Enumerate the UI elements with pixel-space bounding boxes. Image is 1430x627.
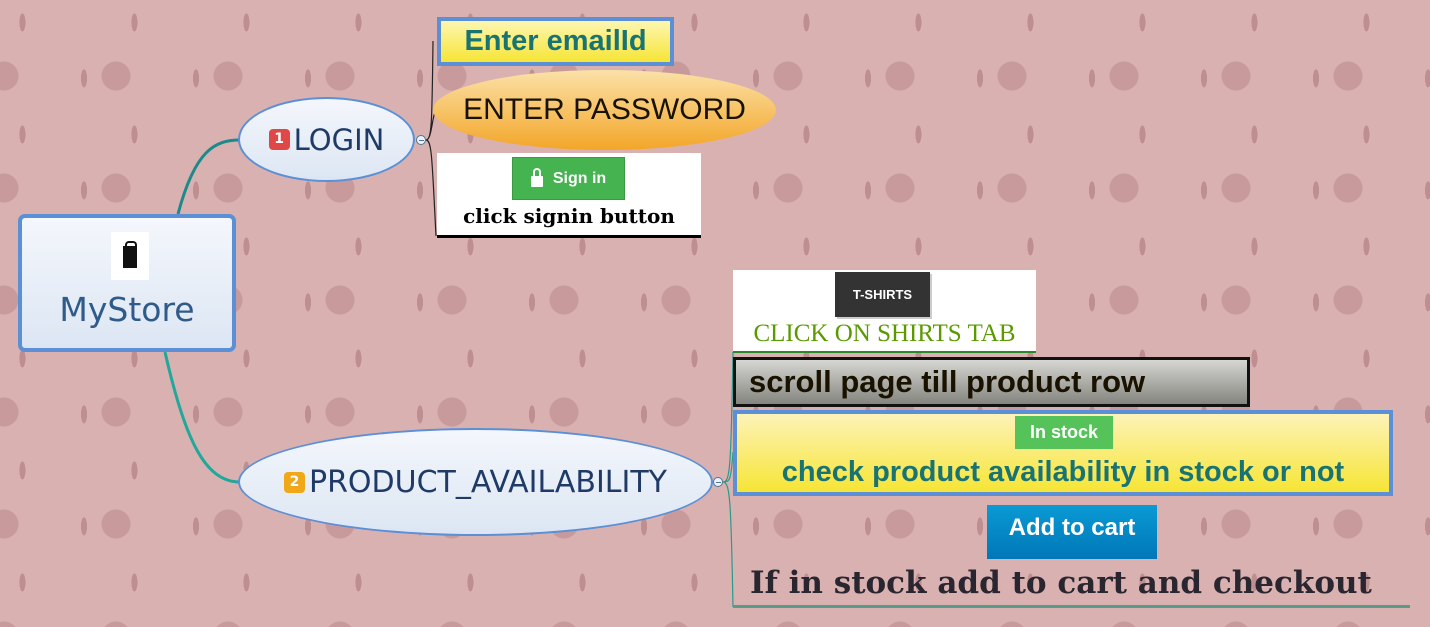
collapse-product-icon[interactable] — [713, 477, 723, 487]
shopping-bag-icon — [111, 232, 149, 280]
node-product-availability[interactable]: 2 PRODUCT_AVAILABILITY — [238, 428, 713, 536]
availability-text: check product availability in stock or n… — [781, 456, 1345, 488]
node-check-availability[interactable]: In stock check product availability in s… — [733, 410, 1393, 496]
signin-text: click signin button — [463, 204, 675, 228]
node-add-to-cart[interactable]: Add to cart — [987, 505, 1157, 559]
node-checkout[interactable]: If in stock add to cart and checkout — [733, 562, 1410, 608]
root-title: MyStore — [59, 290, 195, 329]
shirts-text: CLICK ON SHIRTS TAB — [753, 320, 1016, 347]
node-enter-email[interactable]: Enter emailId — [437, 17, 674, 66]
sign-in-button-image: Sign in — [512, 157, 625, 200]
sign-in-label: Sign in — [552, 169, 607, 187]
node-scroll-page[interactable]: scroll page till product row — [733, 357, 1250, 407]
node-product-label: PRODUCT_AVAILABILITY — [308, 464, 668, 500]
node-login-label: LOGIN — [293, 122, 385, 157]
priority-1-badge: 1 — [268, 129, 290, 150]
collapse-login-icon[interactable] — [416, 135, 426, 145]
connector-root-login — [176, 138, 241, 215]
priority-2-badge: 2 — [283, 471, 305, 493]
tshirts-tab-image: T-SHIRTS — [835, 272, 930, 317]
lock-icon — [530, 168, 543, 187]
connector-product-children — [722, 351, 734, 608]
node-enter-password[interactable]: ENTER PASSWORD — [433, 70, 776, 150]
root-node-mystore[interactable]: MyStore — [18, 214, 236, 352]
node-click-signin[interactable]: Sign in click signin button — [437, 153, 701, 238]
connector-login-children — [425, 40, 437, 237]
node-click-shirts[interactable]: T-SHIRTS CLICK ON SHIRTS TAB — [733, 270, 1036, 353]
node-login[interactable]: 1 LOGIN — [238, 97, 415, 182]
connector-root-product — [163, 351, 241, 484]
in-stock-badge: In stock — [1015, 416, 1113, 449]
